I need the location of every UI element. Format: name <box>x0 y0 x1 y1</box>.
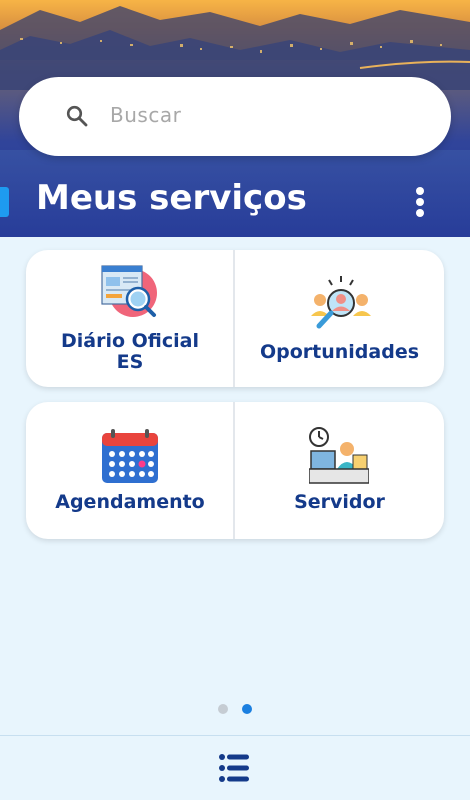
service-tile-agendamento[interactable]: Agendamento <box>26 402 234 539</box>
menu-icon[interactable] <box>219 753 249 783</box>
recruitment-icon <box>311 276 371 334</box>
page-dot-1[interactable] <box>218 704 228 714</box>
service-tile-servidor[interactable]: Servidor <box>235 402 444 539</box>
service-tile-diario-oficial[interactable]: Diário Oficial ES <box>26 250 234 387</box>
newspaper-search-icon <box>100 263 160 323</box>
service-label: Oportunidades <box>259 341 420 363</box>
page-dot-2[interactable] <box>242 704 252 714</box>
search-icon[interactable] <box>65 104 89 128</box>
service-label: Agendamento <box>55 491 205 513</box>
service-label: Servidor <box>294 491 385 513</box>
page-indicator <box>218 704 258 716</box>
title-accent-bar <box>0 187 9 217</box>
services-card-row-1: Diário Oficial ES Oportunidades <box>26 250 444 387</box>
more-vert-icon[interactable] <box>408 183 432 219</box>
page-title: Meus serviços <box>36 178 307 218</box>
service-tile-oportunidades[interactable]: Oportunidades <box>235 250 444 387</box>
employee-desk-icon <box>308 427 370 485</box>
calendar-icon <box>100 429 160 485</box>
services-card-row-2: Agendamento Servidor <box>26 402 444 539</box>
search-input[interactable]: Buscar <box>110 103 181 127</box>
search-bar[interactable]: Buscar <box>19 77 451 156</box>
service-label: Diário Oficial ES <box>60 330 199 373</box>
